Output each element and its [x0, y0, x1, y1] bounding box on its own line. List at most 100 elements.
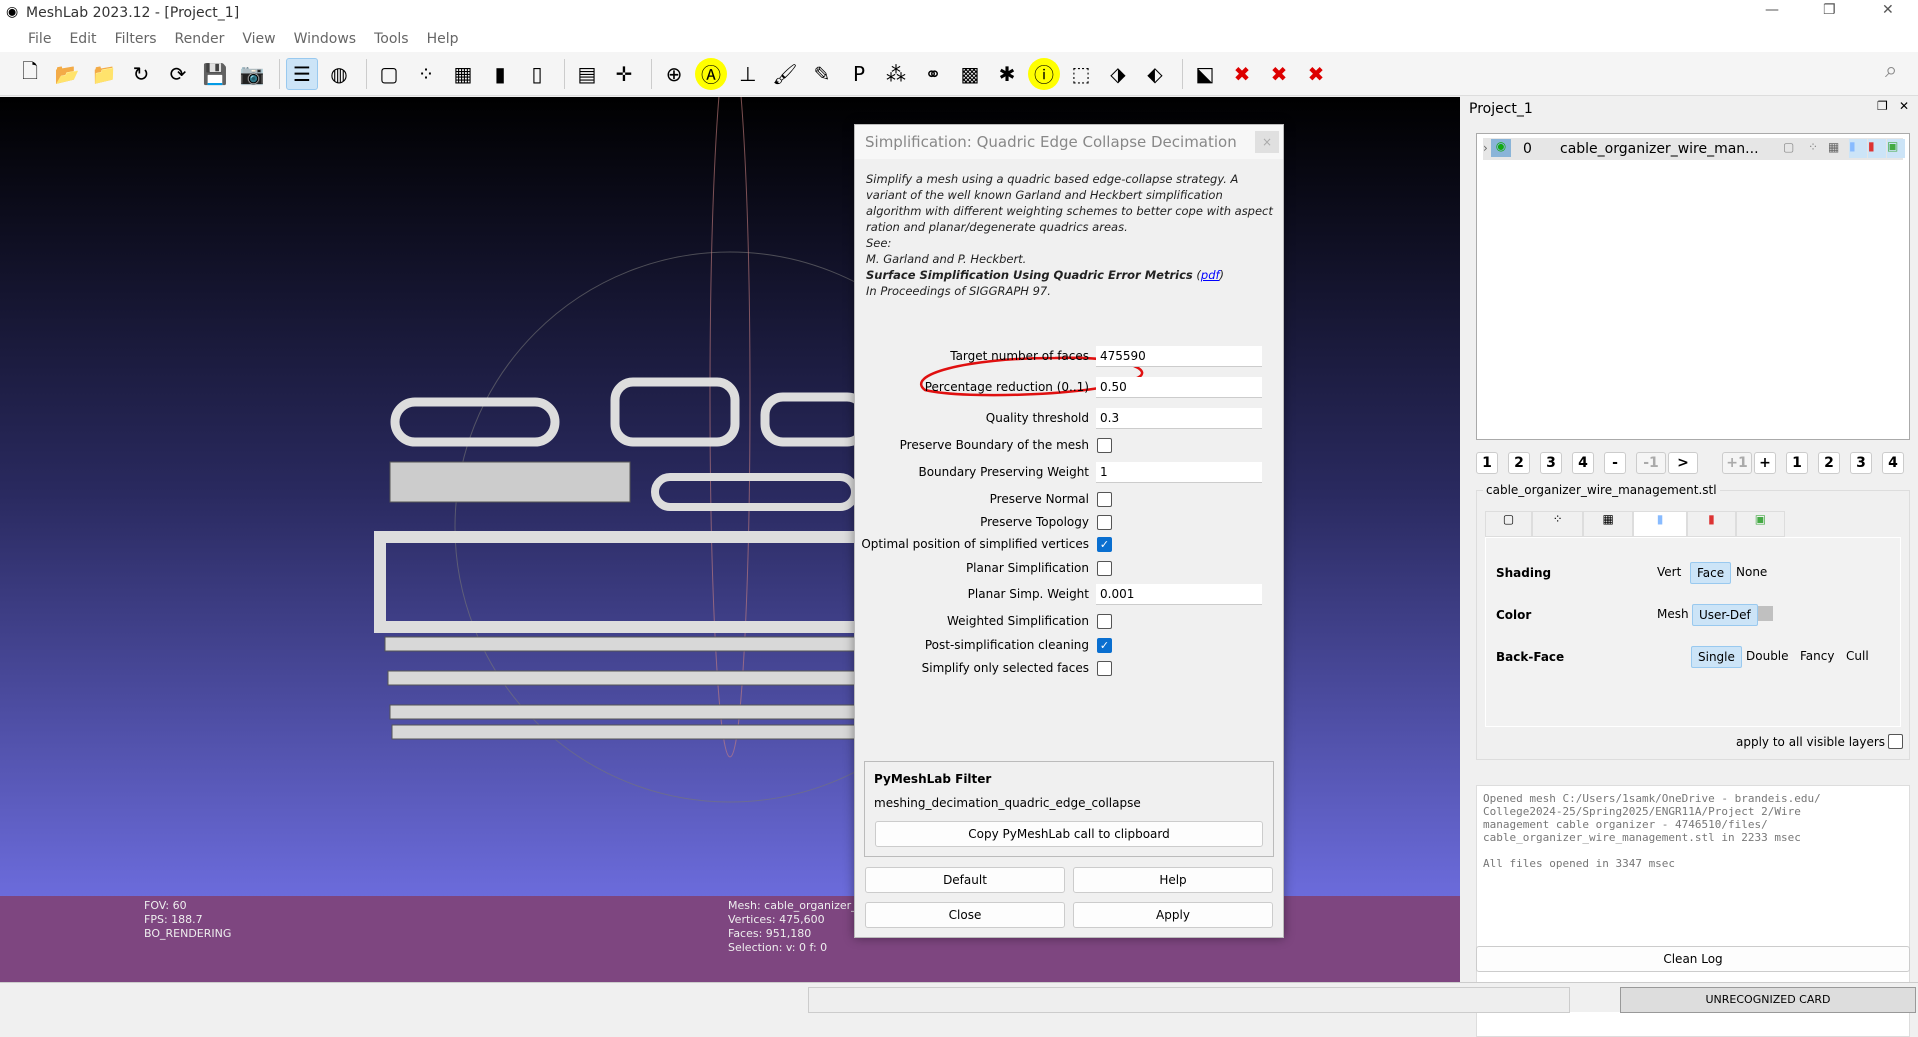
delete-3-icon[interactable]: ✖: [1300, 58, 1332, 90]
tab-points-icon[interactable]: ⁘: [1532, 511, 1584, 537]
backface-fancy[interactable]: Fancy: [1794, 646, 1840, 666]
tab-bbox-icon[interactable]: ▢: [1485, 511, 1533, 537]
paint-icon[interactable]: 🖌: [769, 58, 801, 90]
wireframe-icon[interactable]: ▦: [1828, 140, 1839, 154]
select-faces-icon[interactable]: ⬚: [1065, 58, 1097, 90]
minimize-button[interactable]: —: [1765, 2, 1779, 18]
close-window-button[interactable]: ✕: [1882, 2, 1894, 18]
smooth-icon[interactable]: ▮: [1849, 139, 1867, 158]
clean-log-button[interactable]: Clean Log: [1476, 946, 1910, 972]
layer-nav-button[interactable]: >: [1668, 452, 1698, 474]
param-checkbox[interactable]: ✓: [1097, 638, 1112, 653]
layers-icon[interactable]: ☰: [286, 57, 318, 90]
annotation-icon[interactable]: Ⓐ: [695, 57, 727, 90]
color-mesh[interactable]: Mesh: [1651, 604, 1695, 624]
tab-fill-icon[interactable]: ▮: [1633, 511, 1687, 537]
reload-all-icon[interactable]: ⟳: [162, 58, 194, 90]
shading-face[interactable]: Face: [1690, 562, 1732, 584]
param-checkbox[interactable]: [1097, 492, 1112, 507]
tab-decorator-icon[interactable]: ▣: [1735, 511, 1785, 537]
color-swatch[interactable]: [1758, 606, 1773, 621]
new-project-icon[interactable]: 🗋: [14, 58, 46, 90]
shading-vert[interactable]: Vert: [1651, 562, 1687, 582]
layer-nav-button[interactable]: 3: [1850, 452, 1872, 474]
param-input[interactable]: 475590: [1096, 346, 1262, 367]
select-vertices-icon[interactable]: ⬗: [1102, 58, 1134, 90]
copy-pymeshlab-button[interactable]: Copy PyMeshLab call to clipboard: [875, 821, 1263, 847]
backface-cull[interactable]: Cull: [1840, 646, 1875, 666]
trackball-icon[interactable]: ⊕: [658, 58, 690, 90]
param-checkbox[interactable]: ✓: [1097, 537, 1112, 552]
axis-icon[interactable]: ✛: [608, 58, 640, 90]
layer-nav-button[interactable]: +: [1754, 452, 1776, 474]
ortho-view-icon[interactable]: ◍: [323, 58, 355, 90]
mutual-info-icon[interactable]: ⚭: [917, 58, 949, 90]
smooth-icon[interactable]: ▯: [521, 58, 553, 90]
layer-nav-button[interactable]: 3: [1540, 452, 1562, 474]
param-input[interactable]: 0.50: [1096, 377, 1262, 398]
layer-nav-button[interactable]: 4: [1572, 452, 1594, 474]
info-icon[interactable]: ⓘ: [1028, 57, 1060, 90]
tab-wire-icon[interactable]: ▦: [1583, 511, 1634, 537]
search-icon[interactable]: ⌕: [1885, 58, 1897, 83]
layer-nav-button[interactable]: -1: [1636, 452, 1666, 474]
pp-plugin-icon[interactable]: P: [843, 58, 875, 90]
tab-texture-icon[interactable]: ▮: [1686, 511, 1736, 537]
texture-icon[interactable]: ▮: [1868, 139, 1886, 158]
param-checkbox[interactable]: [1097, 614, 1112, 629]
raster-icon[interactable]: ▩: [954, 58, 986, 90]
default-button[interactable]: Default: [865, 867, 1065, 893]
close-button[interactable]: Close: [865, 902, 1065, 928]
float-panel-icon[interactable]: ❐: [1877, 99, 1888, 113]
menu-render[interactable]: Render: [175, 31, 225, 47]
select-plane-icon[interactable]: ⬕: [1189, 58, 1221, 90]
menu-windows[interactable]: Windows: [294, 31, 357, 47]
menu-help[interactable]: Help: [427, 31, 459, 47]
restore-button[interactable]: ❐: [1823, 2, 1836, 18]
open-project-icon[interactable]: 📂: [51, 58, 83, 90]
select-connected-icon[interactable]: ⬖: [1139, 58, 1171, 90]
snapshot-icon[interactable]: 📷: [236, 58, 268, 90]
backface-single[interactable]: Single: [1691, 646, 1742, 668]
points-icon[interactable]: ⁘: [410, 58, 442, 90]
delete-2-icon[interactable]: ✖: [1263, 58, 1295, 90]
param-input[interactable]: 0.3: [1096, 408, 1262, 429]
layers-stack-icon[interactable]: ▤: [571, 58, 603, 90]
menu-file[interactable]: File: [28, 31, 51, 47]
layer-nav-button[interactable]: 2: [1818, 452, 1840, 474]
layer-nav-button[interactable]: +1: [1722, 452, 1752, 474]
param-checkbox[interactable]: [1097, 561, 1112, 576]
param-input[interactable]: 0.001: [1096, 584, 1262, 605]
pick-points-icon[interactable]: ✎: [806, 58, 838, 90]
help-button[interactable]: Help: [1073, 867, 1273, 893]
align-icon[interactable]: ⁂: [880, 58, 912, 90]
param-checkbox[interactable]: [1097, 438, 1112, 453]
layer-nav-button[interactable]: 2: [1508, 452, 1530, 474]
apply-button[interactable]: Apply: [1073, 902, 1273, 928]
reload-icon[interactable]: ↻: [125, 58, 157, 90]
menu-tools[interactable]: Tools: [374, 31, 409, 47]
close-panel-icon[interactable]: ✕: [1899, 99, 1909, 113]
shading-none[interactable]: None: [1730, 562, 1773, 582]
flat-icon[interactable]: ▮: [484, 58, 516, 90]
backface-double[interactable]: Double: [1740, 646, 1795, 666]
menu-filters[interactable]: Filters: [115, 31, 157, 47]
color-userdef[interactable]: User-Def: [1692, 604, 1758, 626]
decorator-icon[interactable]: ▣: [1887, 139, 1905, 158]
bbox-icon[interactable]: ▢: [1783, 140, 1794, 154]
menu-view[interactable]: View: [242, 31, 275, 47]
param-input[interactable]: 1: [1096, 462, 1262, 483]
delete-1-icon[interactable]: ✖: [1226, 58, 1258, 90]
layer-nav-button[interactable]: 1: [1786, 452, 1808, 474]
param-checkbox[interactable]: [1097, 515, 1112, 530]
measure-icon[interactable]: ⊥: [732, 58, 764, 90]
layer-nav-button[interactable]: -: [1604, 452, 1626, 474]
georef-icon[interactable]: ✱: [991, 58, 1023, 90]
import-mesh-icon[interactable]: 📁: [88, 58, 120, 90]
layer-nav-button[interactable]: 1: [1476, 452, 1498, 474]
menu-edit[interactable]: Edit: [69, 31, 96, 47]
bbox-icon[interactable]: ▢: [373, 58, 405, 90]
eye-visibility-icon[interactable]: ◉: [1491, 139, 1511, 157]
apply-all-checkbox[interactable]: [1888, 734, 1903, 749]
layer-nav-button[interactable]: 4: [1882, 452, 1904, 474]
